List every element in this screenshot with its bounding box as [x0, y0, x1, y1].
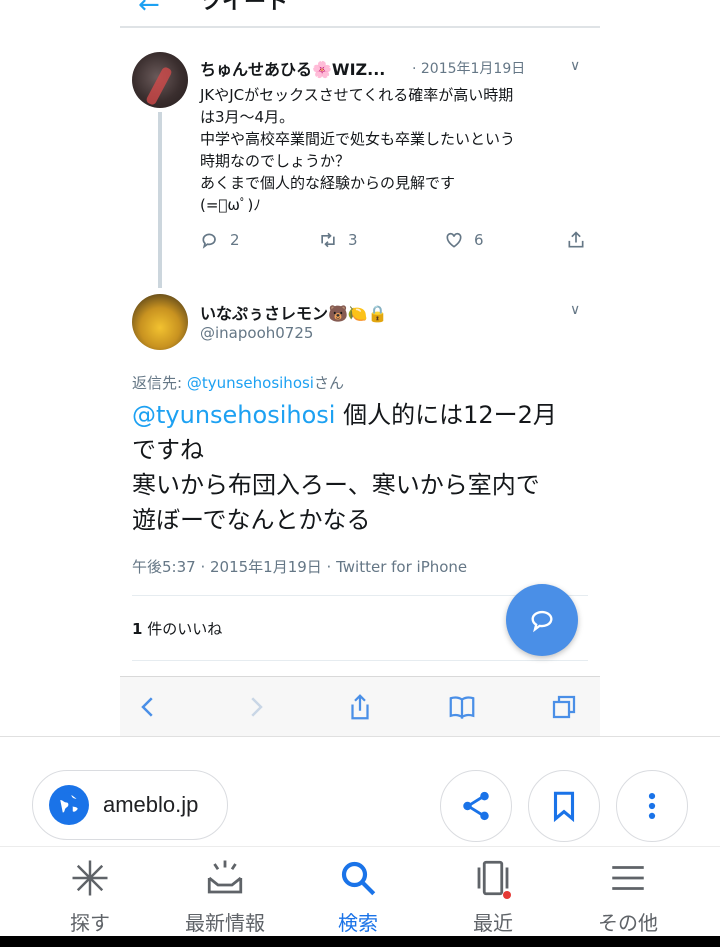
- sparkle-icon: [72, 860, 108, 896]
- tweet2-handle: @inapooh0725: [200, 324, 314, 342]
- share-button[interactable]: [440, 770, 512, 842]
- forward-icon: [238, 689, 274, 725]
- reply-to-suffix: さん: [313, 374, 344, 392]
- header-divider: [120, 26, 600, 28]
- share-icon: [342, 689, 378, 725]
- notification-dot: [503, 891, 511, 899]
- more-options-button[interactable]: [616, 770, 688, 842]
- nav-label: その他: [598, 911, 658, 935]
- more-vertical-icon: [648, 792, 656, 820]
- reply-action: 2: [200, 230, 240, 250]
- tweet2-text: @tyunsehosihosi 個人的には12ー2月 ですね 寒いから布団入ろー…: [132, 398, 592, 538]
- bookmark-button[interactable]: [528, 770, 600, 842]
- back-arrow-icon: ←: [138, 0, 160, 20]
- mention-link: @tyunsehosihosi: [132, 401, 336, 429]
- avatar: [132, 52, 188, 108]
- tweet1-text: JKやJCがセックスさせてくれる確率が高い時期 は3月～4月。 中学や高校卒業間…: [200, 84, 590, 216]
- reply-count: 2: [230, 231, 240, 249]
- chrome-divider: [0, 736, 720, 737]
- embedded-tweet-screenshot: ← ツイート ちゅんせあひる🌸WIZ... · 2015年1月19日 ∨ JKや…: [120, 0, 600, 736]
- avatar: [132, 294, 188, 350]
- speech-bubble-icon: [531, 610, 553, 633]
- inbox-icon: [207, 860, 243, 894]
- tweet2-line: 寒いから布団入ろー、寒いから室内で: [132, 471, 540, 499]
- menu-icon: [612, 866, 644, 890]
- chevron-down-icon: ∨: [570, 302, 581, 318]
- search-icon: [341, 861, 376, 896]
- tweet1-date: · 2015年1月19日: [412, 61, 526, 77]
- nav-search[interactable]: 検索: [298, 857, 418, 937]
- nav-label: 探す: [70, 911, 110, 935]
- share-action: [566, 230, 586, 250]
- tweet2-line: 個人的には12ー2月: [335, 401, 557, 429]
- like-count: 6: [474, 231, 484, 249]
- tweet1-line: 時期なのでしょうか？: [200, 152, 351, 170]
- safari-toolbar: [120, 676, 600, 736]
- reply-to-prefix: 返信先:: [132, 374, 187, 392]
- reply-to-line: 返信先: @tyunsehosihosiさん: [132, 372, 344, 393]
- tweet-header: ← ツイート: [120, 0, 600, 32]
- tweet2-line: ですね: [132, 436, 204, 464]
- retweet-count: 3: [348, 231, 358, 249]
- bookmarks-book-icon: [444, 689, 480, 725]
- nav-label: 検索: [338, 911, 378, 935]
- share-up-icon: [568, 231, 584, 248]
- heart-icon: [446, 232, 462, 248]
- nav-updates[interactable]: 最新情報: [165, 857, 285, 937]
- likes-label: 件のいいね: [142, 620, 223, 638]
- nav-recent[interactable]: 最近: [433, 857, 553, 937]
- system-bar: [0, 936, 720, 947]
- nav-label: 最新情報: [185, 911, 265, 935]
- reply-fab: [506, 584, 578, 656]
- likes-count: 1: [132, 620, 143, 638]
- like-action: 6: [444, 230, 484, 250]
- bottom-navigation: 探す 最新情報 検索 最近 その他: [0, 846, 720, 936]
- tweet1-line: あくまで個人的な経験からの見解です: [200, 174, 456, 192]
- tweet1-author-name: ちゅんせあひる🌸WIZ...: [200, 60, 386, 79]
- nav-label: 最近: [473, 911, 513, 935]
- likes-summary: 1 件のいいね: [132, 618, 222, 639]
- tweet2-author-name: いなぷぅさレモン🐻🍋🔒: [200, 304, 388, 323]
- globe-icon: [49, 785, 89, 825]
- nav-more[interactable]: その他: [568, 857, 688, 937]
- tweet1-line: は3月～4月。: [200, 108, 295, 126]
- chevron-down-icon: ∨: [570, 58, 581, 74]
- back-icon: [130, 689, 166, 725]
- reply-icon: [202, 233, 216, 249]
- bookmark-icon: [553, 791, 575, 823]
- thread-line: [158, 112, 162, 288]
- nav-explore[interactable]: 探す: [30, 857, 150, 937]
- tweet1-line: (=ﾟωﾟ)ﾉ: [200, 196, 261, 214]
- tweet1-line: JKやJCがセックスさせてくれる確率が高い時期: [200, 86, 514, 104]
- retweet-icon: [321, 232, 335, 248]
- tweet1-actions: 2 3 6: [200, 230, 590, 254]
- reply-to-handle: @tyunsehosihosi: [186, 374, 314, 392]
- share-icon: [463, 791, 489, 821]
- tweet1-line: 中学や高校卒業間近で処女も卒業したいという: [200, 130, 516, 148]
- tweet2-line: 遊ぼーでなんとかなる: [132, 506, 371, 534]
- url-text: ameblo.jp: [103, 792, 199, 817]
- retweet-action: 3: [318, 230, 358, 250]
- header-title: ツイート: [200, 0, 289, 15]
- browser-page: ← ツイート ちゅんせあひる🌸WIZ... · 2015年1月19日 ∨ JKや…: [0, 0, 720, 947]
- url-chip[interactable]: ameblo.jp: [32, 770, 228, 840]
- tabs-icon: [546, 689, 582, 725]
- tweet2-meta: 午後5:37 · 2015年1月19日 · Twitter for iPhone: [132, 558, 468, 576]
- divider: [132, 660, 588, 661]
